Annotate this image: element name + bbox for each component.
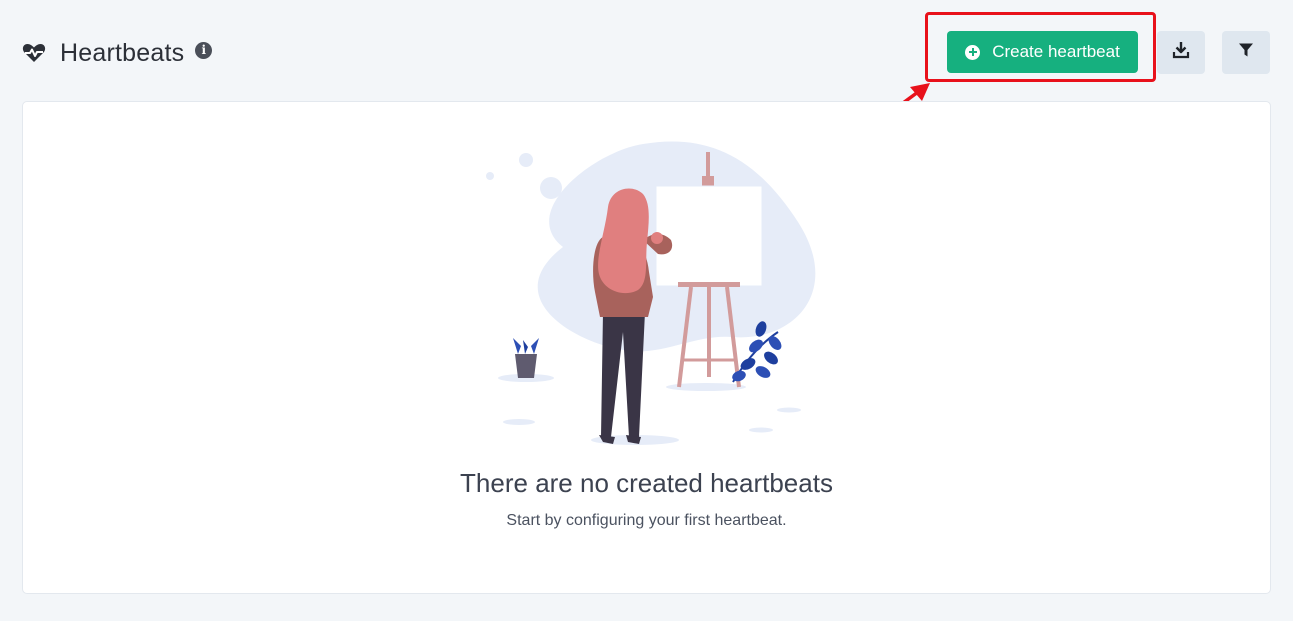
page-header: Heartbeats i	[22, 30, 213, 76]
create-heartbeat-button[interactable]: Create heartbeat	[947, 31, 1138, 73]
page-title: Heartbeats	[60, 38, 185, 67]
plus-circle-icon	[965, 44, 981, 60]
download-icon	[1172, 41, 1190, 64]
empty-state-illustration	[486, 141, 816, 445]
info-icon[interactable]: i	[195, 41, 213, 59]
create-heartbeat-label: Create heartbeat	[992, 42, 1120, 61]
heart-pulse-icon	[22, 43, 46, 63]
empty-state-panel: There are no created heartbeats Start by…	[22, 101, 1271, 594]
download-button[interactable]	[1157, 31, 1205, 74]
filter-icon	[1238, 42, 1254, 63]
filter-button[interactable]	[1222, 31, 1270, 74]
empty-state-subtitle: Start by configuring your first heartbea…	[506, 512, 787, 529]
empty-state-title: There are no created heartbeats	[460, 468, 833, 498]
